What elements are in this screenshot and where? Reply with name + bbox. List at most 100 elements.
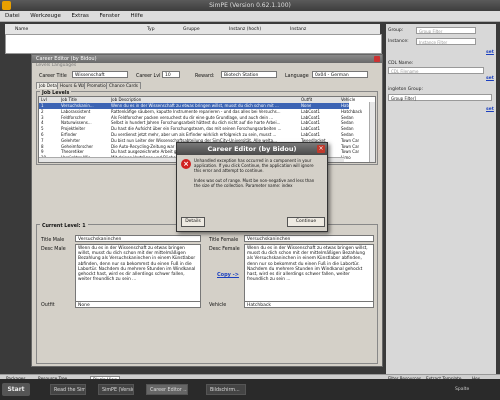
- editor-menu[interactable]: Levels Languages: [36, 63, 76, 68]
- job-cell-lvl: 9: [41, 149, 44, 155]
- close-icon[interactable]: [374, 56, 380, 62]
- job-cell-title: Theoretiker: [61, 149, 84, 155]
- table-row[interactable]: 4 Naturwissens... Selbst in hundert Jahren…: [39, 120, 354, 126]
- job-cell-title: Feldforscher: [61, 114, 86, 120]
- reward-select[interactable]: Biotech Station: [221, 71, 277, 78]
- table-row[interactable]: 6 Erfinder Du verdienst jetzt mehr, aber u…: [39, 132, 354, 138]
- dialog-title: Career Editor (by Bidou): [177, 143, 327, 155]
- start-button[interactable]: Start: [2, 383, 30, 396]
- task-bildschirm[interactable]: Bildschirm...: [206, 384, 246, 395]
- window-title: SimPE (Version 0.62.1.100): [209, 2, 291, 9]
- title-female-input[interactable]: Versuchskaninchen: [244, 235, 374, 242]
- job-cell-desc: Du verdienst jetzt mehr, aber um als Erf…: [111, 132, 277, 137]
- desc-female-label: Desc Female: [209, 247, 240, 252]
- job-cell-lvl: 5: [41, 126, 44, 132]
- error-icon: ×: [181, 159, 191, 169]
- job-cell-desc: Selbst in hundert Jahren Forschungsarbei…: [111, 120, 281, 126]
- group-filter-input[interactable]: Group Filter: [416, 27, 476, 34]
- language-select[interactable]: 0x04 - German: [312, 71, 368, 78]
- tab-chance-cards[interactable]: Chance Cards: [106, 82, 141, 89]
- col-typ[interactable]: Typ: [147, 27, 155, 32]
- table-row[interactable]: 3 Feldforscher Als Feldforscher packen ver…: [39, 114, 354, 121]
- cdl-filter-input[interactable]: CDL Filename: [388, 67, 484, 74]
- taskbar: Start Read the Sims... SimPE (Versio... …: [0, 379, 500, 400]
- copy-link[interactable]: Copy ->: [217, 272, 239, 278]
- outfit-select[interactable]: None: [75, 301, 201, 308]
- job-cell-vehicle: Town Car: [341, 149, 360, 155]
- dialog-message: Unhandled exception has occurred in a co…: [194, 158, 314, 173]
- job-cell-outfit: None: [301, 103, 312, 108]
- job-cell-outfit: LabCoat1: [301, 108, 321, 114]
- col-name[interactable]: Name: [15, 27, 28, 32]
- vehicle-select[interactable]: Hatchback: [244, 301, 374, 308]
- career-lvl-label: Career Lvl: [136, 74, 161, 79]
- continue-button-label: Continue: [295, 219, 317, 224]
- details-button[interactable]: Details: [181, 217, 205, 227]
- job-cell-lvl: 7: [41, 137, 44, 143]
- col-gruppe[interactable]: Gruppe: [183, 27, 200, 32]
- details-button-label: Details: [185, 219, 201, 224]
- desc-male-label: Desc Male: [41, 247, 66, 252]
- outfit-label: Outfit: [41, 303, 55, 308]
- menu-werkzeuge[interactable]: Werkzeuge: [25, 11, 65, 19]
- job-cell-vehicle: Sedan: [341, 126, 354, 132]
- vehicle-label: Vehicle: [209, 303, 227, 308]
- jcol-title[interactable]: Job Title: [61, 97, 77, 103]
- set-link-3[interactable]: set: [486, 107, 494, 112]
- resource-list[interactable]: [5, 34, 382, 54]
- title-male-input[interactable]: Versuchskaninchen: [75, 235, 201, 242]
- menu-datei[interactable]: Datei: [0, 11, 24, 19]
- error-dialog: Career Editor (by Bidou) × × Unhandled e…: [176, 142, 328, 232]
- instance-label: Instance:: [388, 39, 409, 44]
- job-cell-lvl: 6: [41, 132, 44, 137]
- job-cell-title: Laborassistent: [61, 108, 91, 114]
- continue-button[interactable]: Continue: [287, 217, 325, 227]
- job-cell-desc: Rattenkäfige säubern, kaputte Instrument…: [111, 108, 281, 114]
- jcol-outfit[interactable]: Outfit: [301, 97, 312, 103]
- desc-female-textarea[interactable]: Wenn du es in der Wissenschaft zu etwas …: [244, 244, 374, 304]
- job-cell-outfit: LabCoat1: [301, 126, 321, 132]
- col-instanz[interactable]: Instanz: [290, 27, 306, 32]
- job-cell-lvl: 3: [41, 114, 44, 120]
- job-cell-title: Geheimforscher: [61, 143, 93, 149]
- job-cell-title: Versuchskanin...: [61, 103, 94, 108]
- cdl-label: CDL Name:: [388, 61, 414, 66]
- set-link-2[interactable]: set: [486, 76, 494, 81]
- menu-fenster[interactable]: Fenster: [94, 11, 123, 19]
- singleton-label: ingleton Group:: [388, 87, 423, 92]
- task-simpe[interactable]: SimPE (Versio...: [98, 384, 134, 395]
- job-cell-desc: Als Feldforscher packen versuchest du di…: [111, 114, 274, 120]
- job-cell-outfit: LabCoat1: [301, 120, 321, 126]
- table-row[interactable]: 1 Versuchskanin... Wenn du es in der Wisse…: [39, 103, 362, 109]
- jcol-vehicle[interactable]: Vehicle: [341, 97, 355, 103]
- job-cell-vehicle: Town Car: [341, 137, 360, 143]
- job-cell-title: Projektleiter: [61, 126, 86, 132]
- instance-filter-input[interactable]: Instance Filter: [416, 38, 476, 45]
- job-cell-vehicle: Town Car: [341, 143, 360, 149]
- menu-extras[interactable]: Extras: [66, 11, 92, 19]
- job-cell-vehicle: Sedan: [341, 120, 354, 126]
- desc-male-textarea[interactable]: Wenn du es in der Wissenschaft zu etwas …: [75, 244, 201, 304]
- singleton-group-select[interactable]: Group Filter]: [388, 94, 492, 101]
- task-read-sims[interactable]: Read the Sims...: [50, 384, 86, 395]
- job-table-scrollbar[interactable]: [369, 102, 375, 162]
- dialog-detail: Index was out of range. Must be non-nega…: [194, 178, 315, 188]
- title-female-label: Title Female: [209, 238, 239, 243]
- current-level-title: Current Level: 1: [40, 224, 88, 229]
- table-row[interactable]: 5 Projektleiter Du hast die Aufsicht über …: [39, 126, 354, 132]
- career-title-label: Career Title: [39, 74, 67, 79]
- job-cell-desc: Wenn du es in der Wissenschaft zu etwas …: [111, 103, 279, 108]
- language-label: Language: [285, 74, 309, 79]
- jcol-lvl[interactable]: Lvl: [41, 97, 47, 103]
- jcol-desc[interactable]: Job Description: [111, 97, 141, 103]
- career-lvl-input[interactable]: 10: [162, 71, 180, 78]
- task-career-editor[interactable]: Career Editor ...: [146, 384, 188, 395]
- table-row[interactable]: 2 Laborassistent Rattenkäfige säubern, kap…: [39, 108, 362, 115]
- taskbar-clock: Spalte: [455, 387, 470, 392]
- menu-hilfe[interactable]: Hilfe: [125, 11, 147, 19]
- set-link-1[interactable]: set: [486, 50, 494, 55]
- app-titlebar: SimPE (Version 0.62.1.100): [0, 0, 500, 11]
- career-title-input[interactable]: Wissenschaft: [72, 71, 128, 78]
- col-instanz-hoch[interactable]: Instanz (hoch): [229, 27, 261, 32]
- dialog-close-icon[interactable]: ×: [317, 145, 325, 153]
